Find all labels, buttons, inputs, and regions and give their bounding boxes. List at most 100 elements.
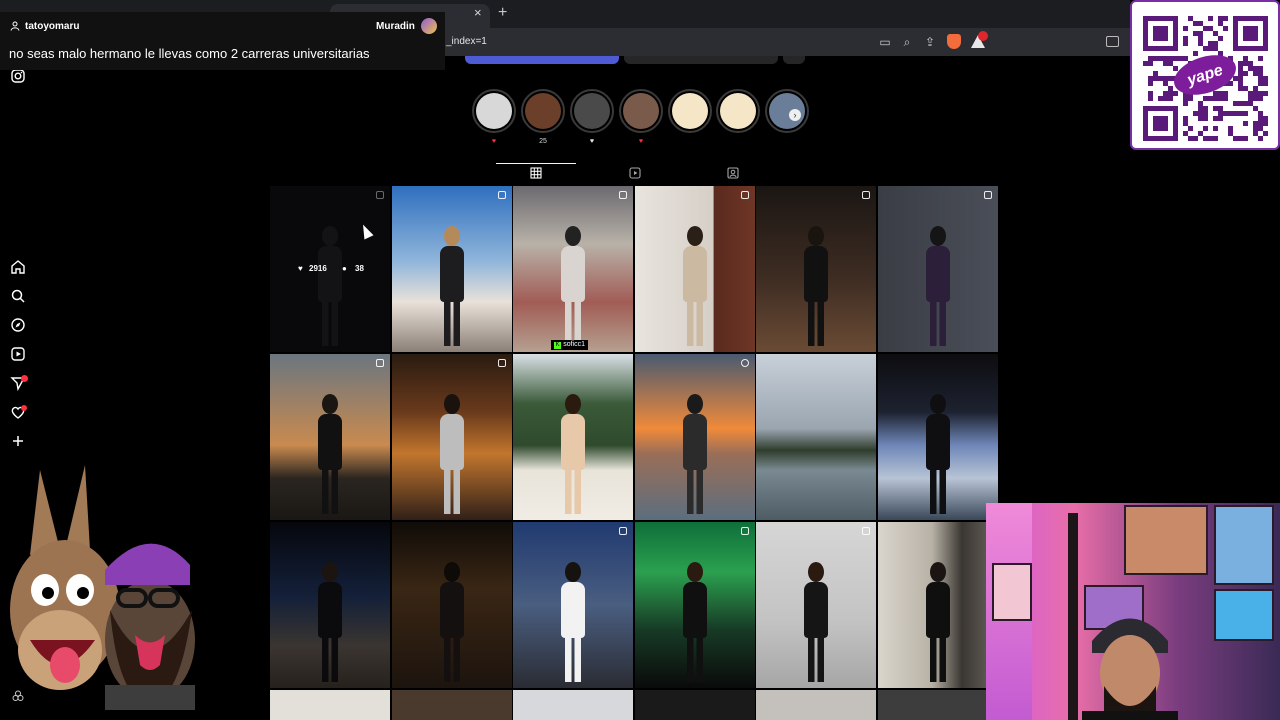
kick-watermark: Ksoficc1	[551, 340, 588, 350]
post-tile[interactable]	[513, 522, 634, 688]
post-tile[interactable]	[270, 522, 390, 688]
post-tile[interactable]	[877, 522, 998, 688]
highlight-6[interactable]	[716, 89, 760, 133]
highlight-label: ♥	[638, 138, 644, 145]
reels-tab-icon[interactable]	[629, 167, 641, 179]
post-subject	[312, 394, 348, 514]
post-tile[interactable]	[634, 354, 755, 520]
post-subject	[798, 562, 834, 682]
kick-logo-icon: K	[554, 342, 562, 349]
post-tile[interactable]	[756, 354, 877, 520]
zoom-icon[interactable]: ⌕	[899, 34, 915, 50]
posts-grid: ♥ 2916 ● 38 Ksoficc1	[270, 186, 998, 720]
highlight-label: 25	[539, 138, 547, 145]
brave-shields-icon[interactable]	[947, 34, 961, 49]
post-tile[interactable]	[391, 690, 512, 720]
chat-badge-icon	[421, 18, 437, 34]
explore-icon[interactable]	[10, 317, 26, 333]
highlight-3[interactable]	[570, 89, 614, 133]
streamer-mascot-logo	[10, 465, 195, 710]
post-tile[interactable]	[391, 522, 512, 688]
highlight-cover	[525, 93, 561, 129]
highlight-1[interactable]	[472, 89, 516, 133]
highlights-next-icon[interactable]: ›	[789, 109, 801, 121]
message-button[interactable]	[624, 56, 778, 64]
post-hover-overlay: ♥ 2916 ● 38	[270, 186, 390, 352]
post-subject	[677, 226, 713, 346]
post-subject	[434, 562, 470, 682]
carousel-icon	[983, 191, 992, 199]
instagram-logo-icon[interactable]	[10, 68, 26, 84]
follow-button[interactable]	[465, 56, 619, 64]
pinned-icon	[497, 191, 506, 199]
rewards-badge	[978, 31, 988, 41]
chat-username: tatoyomaru	[25, 21, 80, 32]
post-subject	[677, 394, 713, 514]
post-tile[interactable]	[391, 354, 512, 520]
post-tile[interactable]	[756, 522, 877, 688]
highlight-cover	[623, 93, 659, 129]
post-tile[interactable]	[391, 186, 512, 352]
post-tile[interactable]: Ksoficc1	[513, 186, 634, 352]
post-subject	[920, 394, 956, 514]
url-text[interactable]: _index=1	[446, 36, 487, 47]
cast-icon[interactable]: ▭	[877, 34, 893, 50]
post-tile[interactable]	[634, 186, 755, 352]
carousel-icon	[497, 359, 506, 367]
highlight-5[interactable]	[668, 89, 712, 133]
posts-tab-icon[interactable]	[530, 167, 542, 179]
highlight-label: ♥	[491, 138, 497, 145]
post-subject	[920, 226, 956, 346]
post-tile[interactable]	[634, 690, 755, 720]
highlight-label: ♥	[589, 138, 595, 145]
user-icon	[10, 21, 20, 31]
kick-handle: soficc1	[563, 341, 585, 348]
post-tile[interactable]	[877, 186, 998, 352]
post-subject	[555, 226, 591, 346]
post-tile[interactable]	[513, 354, 634, 520]
chat-message: no seas malo hermano le llevas como 2 ca…	[9, 46, 370, 61]
post-tile[interactable]	[270, 354, 390, 520]
carousel-icon	[740, 527, 749, 535]
post-subject	[555, 562, 591, 682]
create-icon[interactable]	[10, 433, 26, 449]
messages-badge	[21, 375, 28, 382]
post-subject	[434, 226, 470, 346]
highlight-cover	[720, 93, 756, 129]
side-panel-icon[interactable]	[1106, 36, 1119, 47]
highlight-cover	[476, 93, 512, 129]
search-icon[interactable]	[10, 288, 26, 304]
post-tile[interactable]	[634, 522, 755, 688]
post-tile[interactable]: ♥ 2916 ● 38	[270, 186, 390, 352]
post-subject	[434, 394, 470, 514]
likes-icon: ♥	[298, 264, 303, 273]
tab-close-icon[interactable]: ×	[474, 5, 482, 20]
post-tile[interactable]	[756, 186, 877, 352]
home-icon[interactable]	[10, 259, 26, 275]
carousel-icon	[376, 359, 384, 367]
highlight-7[interactable]	[765, 89, 809, 133]
post-tile[interactable]	[270, 690, 390, 720]
post-tile[interactable]	[756, 690, 877, 720]
streamer-webcam	[986, 503, 1280, 720]
comments-icon: ●	[342, 264, 347, 273]
carousel-icon	[862, 191, 871, 199]
highlight-2[interactable]	[521, 89, 565, 133]
new-tab-icon[interactable]: +	[498, 4, 507, 22]
likes-count: 2916	[309, 264, 327, 273]
post-tile[interactable]	[513, 690, 634, 720]
post-tile[interactable]	[877, 690, 998, 720]
bottom-sidebar-icon[interactable]	[12, 690, 24, 702]
streamer-figure	[1082, 618, 1178, 720]
post-tile[interactable]	[877, 354, 998, 520]
share-icon[interactable]: ⇪	[922, 34, 938, 50]
options-button[interactable]	[783, 56, 805, 64]
reels-icon[interactable]	[10, 346, 26, 362]
tagged-tab-icon[interactable]	[727, 167, 739, 179]
post-subject	[312, 562, 348, 682]
comments-count: 38	[355, 264, 364, 273]
post-subject	[920, 562, 956, 682]
highlight-4[interactable]	[619, 89, 663, 133]
highlight-cover	[574, 93, 610, 129]
carousel-icon	[740, 191, 749, 199]
